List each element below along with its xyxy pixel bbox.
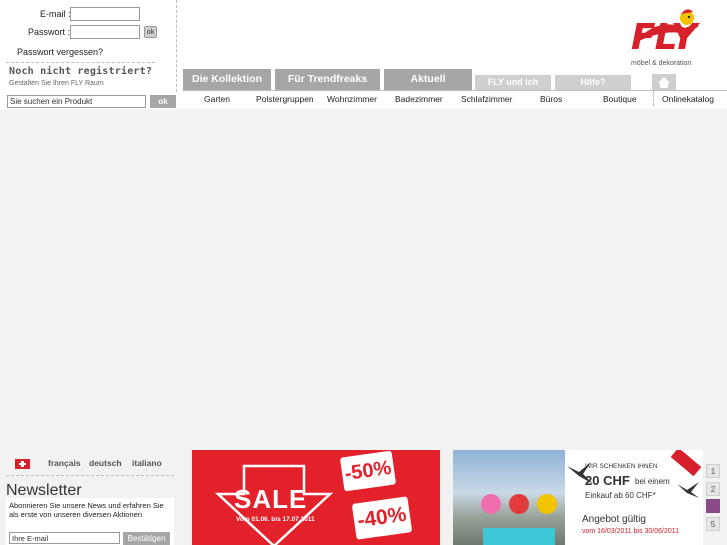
password-label: Passwort : [28,27,71,37]
blue-chairs [483,528,555,545]
subnav-polstergruppen[interactable]: Polstergruppen [256,94,314,104]
lang-deutsch[interactable]: deutsch [89,458,122,468]
nav-divider [183,90,727,91]
sale-tag-40: -40% [351,496,413,540]
subnav-badezimmer[interactable]: Badezimmer [395,94,443,104]
subnav-schlafzimmer[interactable]: Schlafzimmer [461,94,512,104]
fly-logo[interactable]: FLY möbel & dekoration [627,6,723,70]
gift-heading: WIR SCHENKEN IHNEN [585,463,658,470]
swiss-flag-icon[interactable] [15,459,30,469]
header-divider [176,0,177,92]
gift-promo-banner[interactable]: WIR SCHENKEN IHNEN 20 CHF bei einem Eink… [453,450,703,545]
logo-text: FLY [631,17,697,58]
subnav-bueros[interactable]: Büros [540,94,562,104]
product-search-input[interactable] [7,95,146,108]
subnav-divider [653,91,654,106]
register-title: Noch nicht registriert? [9,66,153,77]
tab-fly-und-ich[interactable]: FLY und ich [475,75,551,90]
newsletter-text: Abonnieren Sie unsere News und erfahren … [9,501,164,519]
sale-promo-banner[interactable]: SALE Vom 01.06. bis 17.07.2011 -50% -40% [192,450,440,545]
tab-aktuell[interactable]: Aktuell [384,69,472,90]
sale-title: SALE [234,484,308,514]
footer-divider [6,475,174,476]
sale-tag-50: -50% [339,450,397,492]
red-stool [509,494,529,514]
newsletter-box: Abonnieren Sie unsere News und erfahren … [6,498,174,545]
pager-2[interactable]: 2 [706,482,720,496]
tab-fuer-trendfreaks[interactable]: Für Trendfreaks [275,69,380,90]
password-field[interactable] [70,25,140,39]
subnav-onlinekatalog[interactable]: Onlinekatalog [662,94,714,104]
tab-hilfe[interactable]: Hilfe? [555,75,631,90]
subnav-boutique[interactable]: Boutique [603,94,637,104]
newsletter-confirm-button[interactable]: Bestätigen [123,532,170,545]
yellow-stool [537,494,557,514]
pager-5[interactable]: 5 [706,517,720,531]
subnav-wohnzimmer[interactable]: Wohnzimmer [327,94,377,104]
register-box[interactable]: Noch nicht registriert? Gestalten Sie Ih… [6,62,155,91]
login-ok-button[interactable]: ok [144,26,157,38]
gift-valid-dates: vom 16/03/2011 bis 30/06/2011 [582,528,680,535]
subnav-garten[interactable]: Garten [204,94,230,104]
main-content-area [0,109,727,448]
pager-active[interactable] [706,499,720,513]
register-subtitle: Gestalten Sie Ihren FLY Raum [9,80,104,87]
forgot-password-link[interactable]: Passwort vergessen? [17,47,103,57]
sale-dates: Vom 01.06. bis 17.07.2011 [236,516,315,523]
gift-line2: Einkauf ab 60 CHF* [585,491,656,500]
search-ok-button[interactable]: ok [150,95,176,108]
lang-italiano[interactable]: italiano [132,458,162,468]
swallow-icon-2 [677,482,699,498]
gift-amount-suffix: bei einem [635,477,670,486]
pager-1[interactable]: 1 [706,464,720,478]
newsletter-email-input[interactable] [9,532,120,544]
pink-stool [481,494,501,514]
home-button[interactable] [652,74,676,90]
lang-francais[interactable]: français [48,458,81,468]
sale-tag-40-text: -40% [356,502,408,533]
email-field[interactable] [70,7,140,21]
email-label: E-mail : [40,9,71,19]
logo-tagline: möbel & dekoration [631,60,692,67]
sale-tag-50-text: -50% [343,456,393,486]
home-icon [658,77,670,88]
gift-valid-label: Angebot gültig [582,514,646,525]
swallow-icon [567,462,593,484]
tab-die-kollektion[interactable]: Die Kollektion [183,69,271,90]
